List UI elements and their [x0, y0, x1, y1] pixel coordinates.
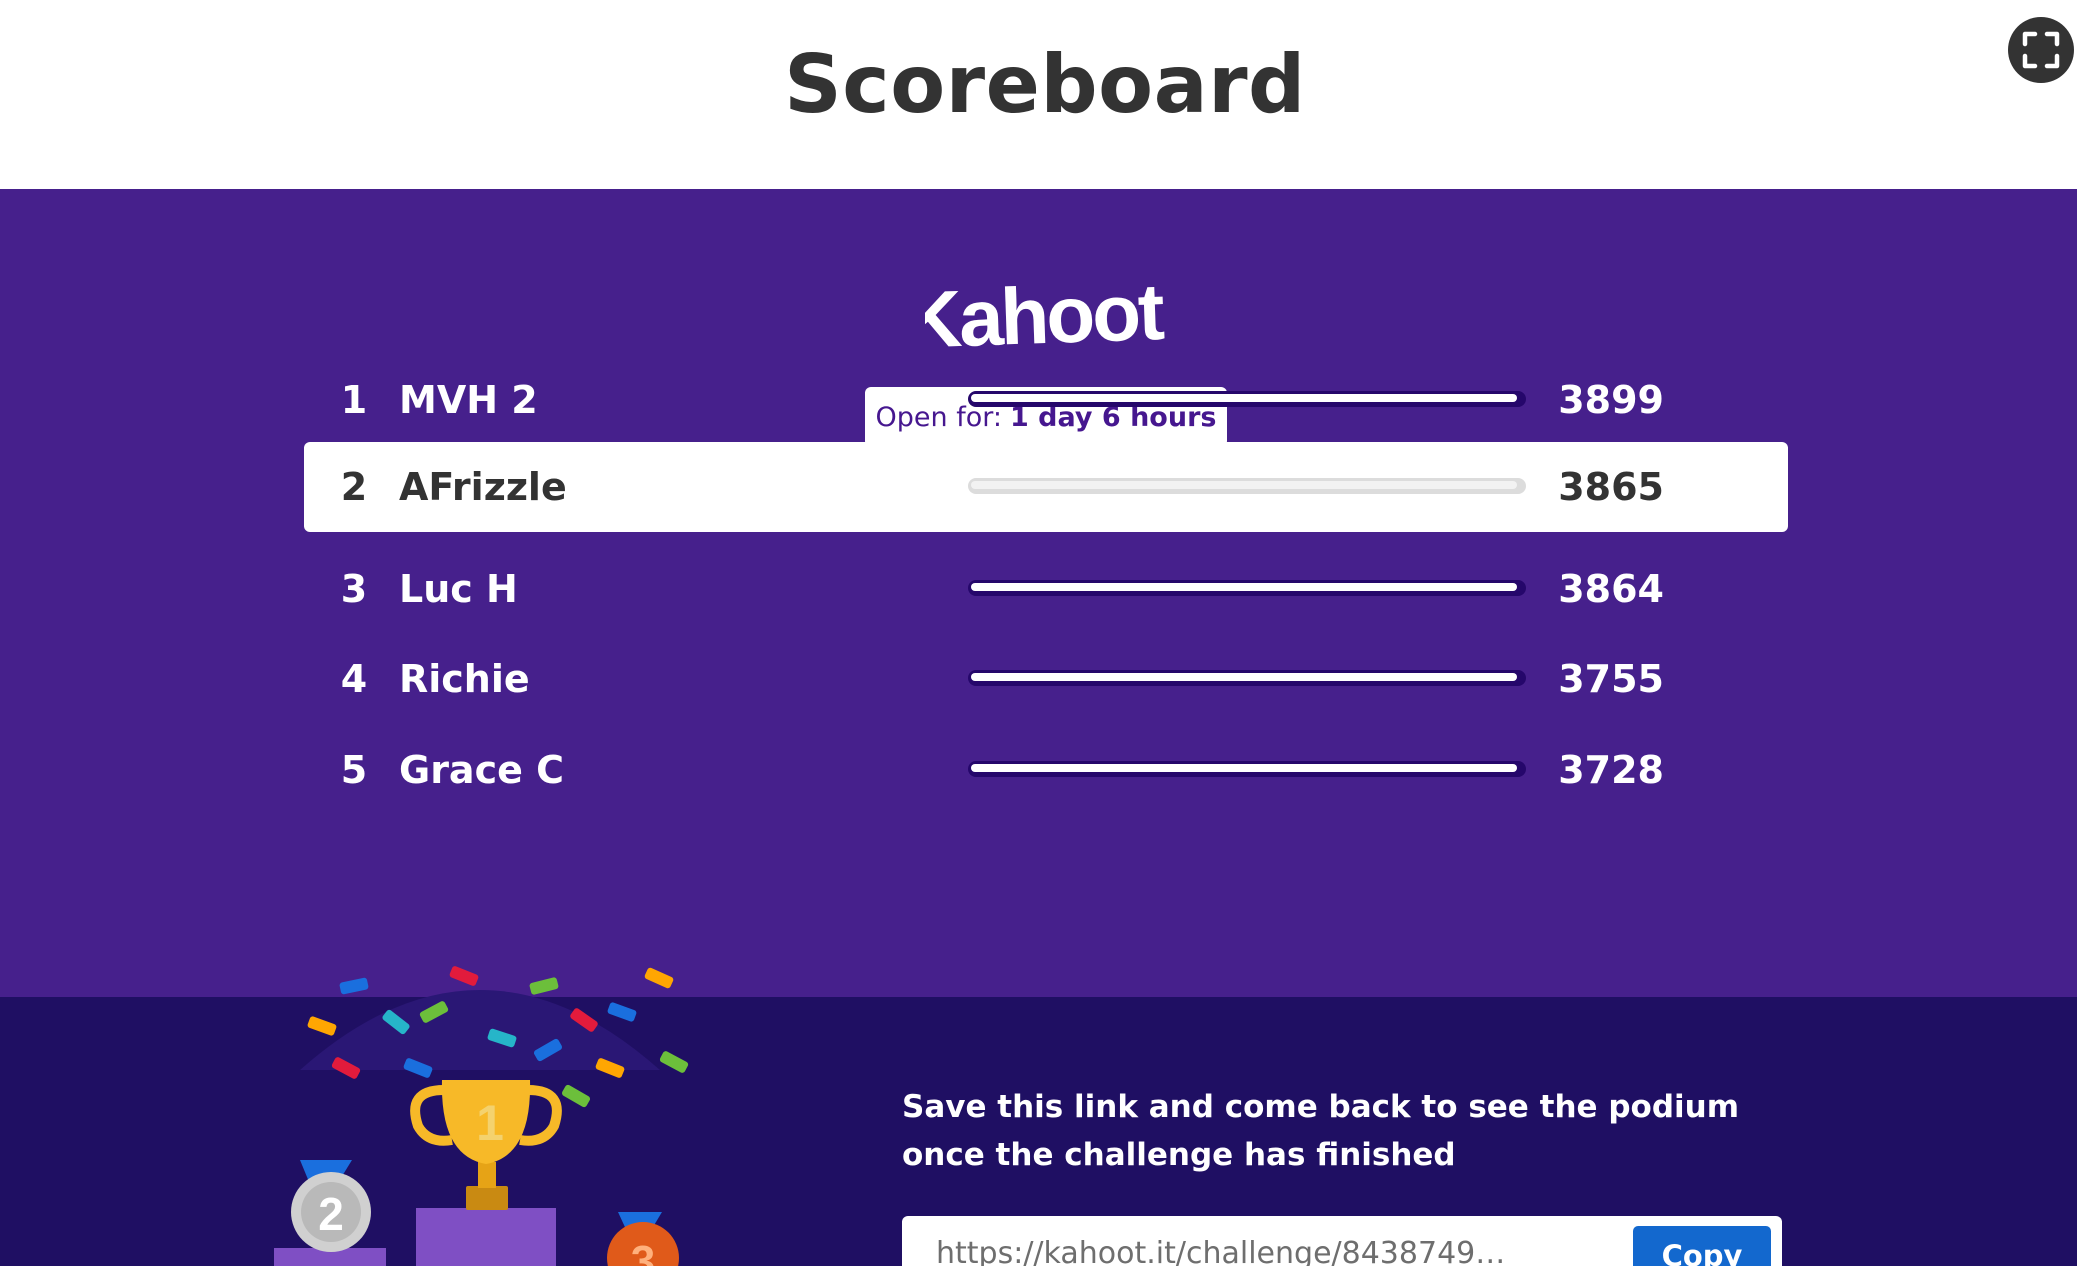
player-score: 3865 — [1558, 465, 1664, 509]
page-title: Scoreboard — [784, 38, 1306, 131]
player-name: MVH 2 — [399, 378, 538, 422]
score-bar — [968, 391, 1526, 407]
silver-medal: 2 — [318, 1188, 344, 1240]
score-bar — [968, 580, 1526, 596]
copy-button[interactable]: Copy — [1633, 1226, 1771, 1266]
leaderboard-row: 4 Richie 3755 — [304, 634, 1788, 724]
player-rank: 1 — [340, 378, 368, 422]
page-header: Scoreboard — [0, 0, 2077, 189]
fullscreen-button[interactable] — [2008, 17, 2074, 83]
score-bar-fill — [971, 583, 1518, 591]
player-rank: 5 — [340, 748, 368, 792]
score-bar — [968, 478, 1526, 494]
player-name: Luc H — [399, 567, 518, 611]
challenge-link-input[interactable]: https://kahoot.it/challenge/84387498-97.… — [936, 1236, 1516, 1266]
player-rank: 3 — [340, 567, 368, 611]
save-link-message: Save this link and come back to see the … — [902, 1089, 1739, 1173]
player-score: 3755 — [1558, 657, 1664, 701]
scoreboard-panel: Kahoot! Open for: 1 day 6 hours 1 MVH 2 … — [0, 189, 2077, 997]
score-bar — [968, 761, 1526, 777]
score-bar — [968, 670, 1526, 686]
score-bar-fill — [971, 673, 1518, 681]
fullscreen-icon — [2022, 31, 2060, 69]
trophy-rank: 1 — [476, 1095, 504, 1151]
score-bar-fill — [971, 394, 1518, 402]
score-bar-fill — [971, 764, 1518, 772]
bronze-medal: 3 — [631, 1237, 655, 1266]
kahoot-logo-text: Kahoot! — [925, 266, 1165, 365]
player-score: 3728 — [1558, 748, 1664, 792]
leaderboard-row: 3 Luc H 3864 — [304, 544, 1788, 634]
podium-illustration: 1 2 3 — [274, 966, 689, 1266]
player-rank: 2 — [340, 465, 368, 509]
player-score: 3864 — [1558, 567, 1664, 611]
score-bar-fill — [971, 481, 1518, 489]
player-score: 3899 — [1558, 378, 1664, 422]
leaderboard-row: 1 MVH 2 3899 — [304, 355, 1788, 445]
leaderboard-row-highlighted: 2 AFrizzle 3865 — [304, 442, 1788, 532]
player-name: Grace C — [399, 748, 564, 792]
leaderboard-row: 5 Grace C 3728 — [304, 725, 1788, 815]
challenge-link-box: https://kahoot.it/challenge/84387498-97.… — [902, 1216, 1782, 1266]
player-name: Richie — [399, 657, 530, 701]
player-name: AFrizzle — [399, 465, 567, 509]
player-rank: 4 — [340, 657, 368, 701]
